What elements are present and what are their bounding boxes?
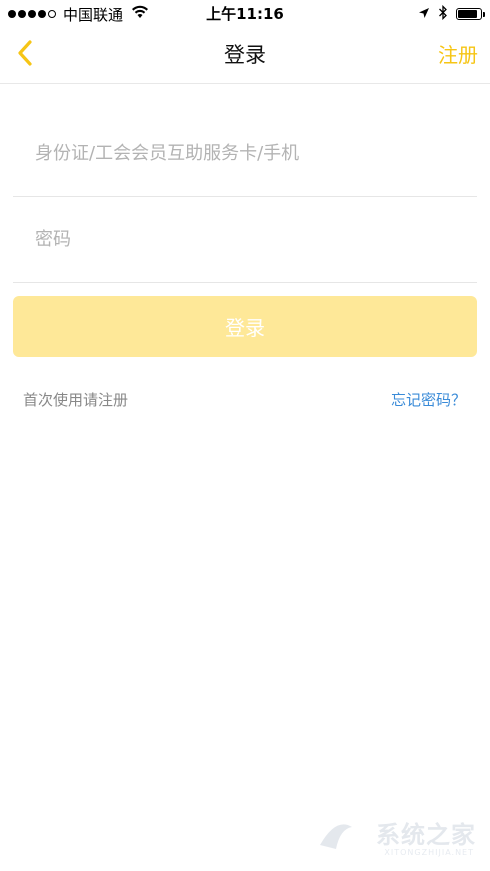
account-field-row [13, 111, 477, 197]
status-bar: 中国联通 上午11:16 [0, 0, 490, 28]
location-arrow-icon [418, 5, 430, 23]
account-input[interactable] [35, 111, 467, 196]
battery-fill [458, 10, 477, 18]
watermark-text: 系统之家 [376, 821, 476, 849]
battery-icon [456, 8, 485, 20]
forgot-password-link[interactable]: 忘记密码？ [391, 389, 466, 410]
password-field-row [13, 197, 477, 283]
login-button[interactable]: 登录 [13, 296, 477, 357]
first-use-hint: 首次使用请注册 [23, 391, 129, 409]
chevron-left-icon [17, 40, 33, 70]
watermark-logo-icon [316, 815, 356, 857]
nav-bar: 登录 注册 [0, 28, 490, 84]
page-title: 登录 [224, 43, 266, 67]
back-button[interactable] [10, 38, 40, 72]
register-button[interactable]: 注册 [438, 28, 478, 83]
password-input[interactable] [35, 197, 467, 282]
bluetooth-icon [438, 4, 448, 24]
watermark-subtext: XITONGZHIJIA.NET [384, 848, 474, 857]
status-bar-right [418, 0, 485, 28]
status-time: 上午11:16 [206, 5, 284, 23]
watermark: 系统之家 XITONGZHIJIA.NET [312, 811, 482, 857]
